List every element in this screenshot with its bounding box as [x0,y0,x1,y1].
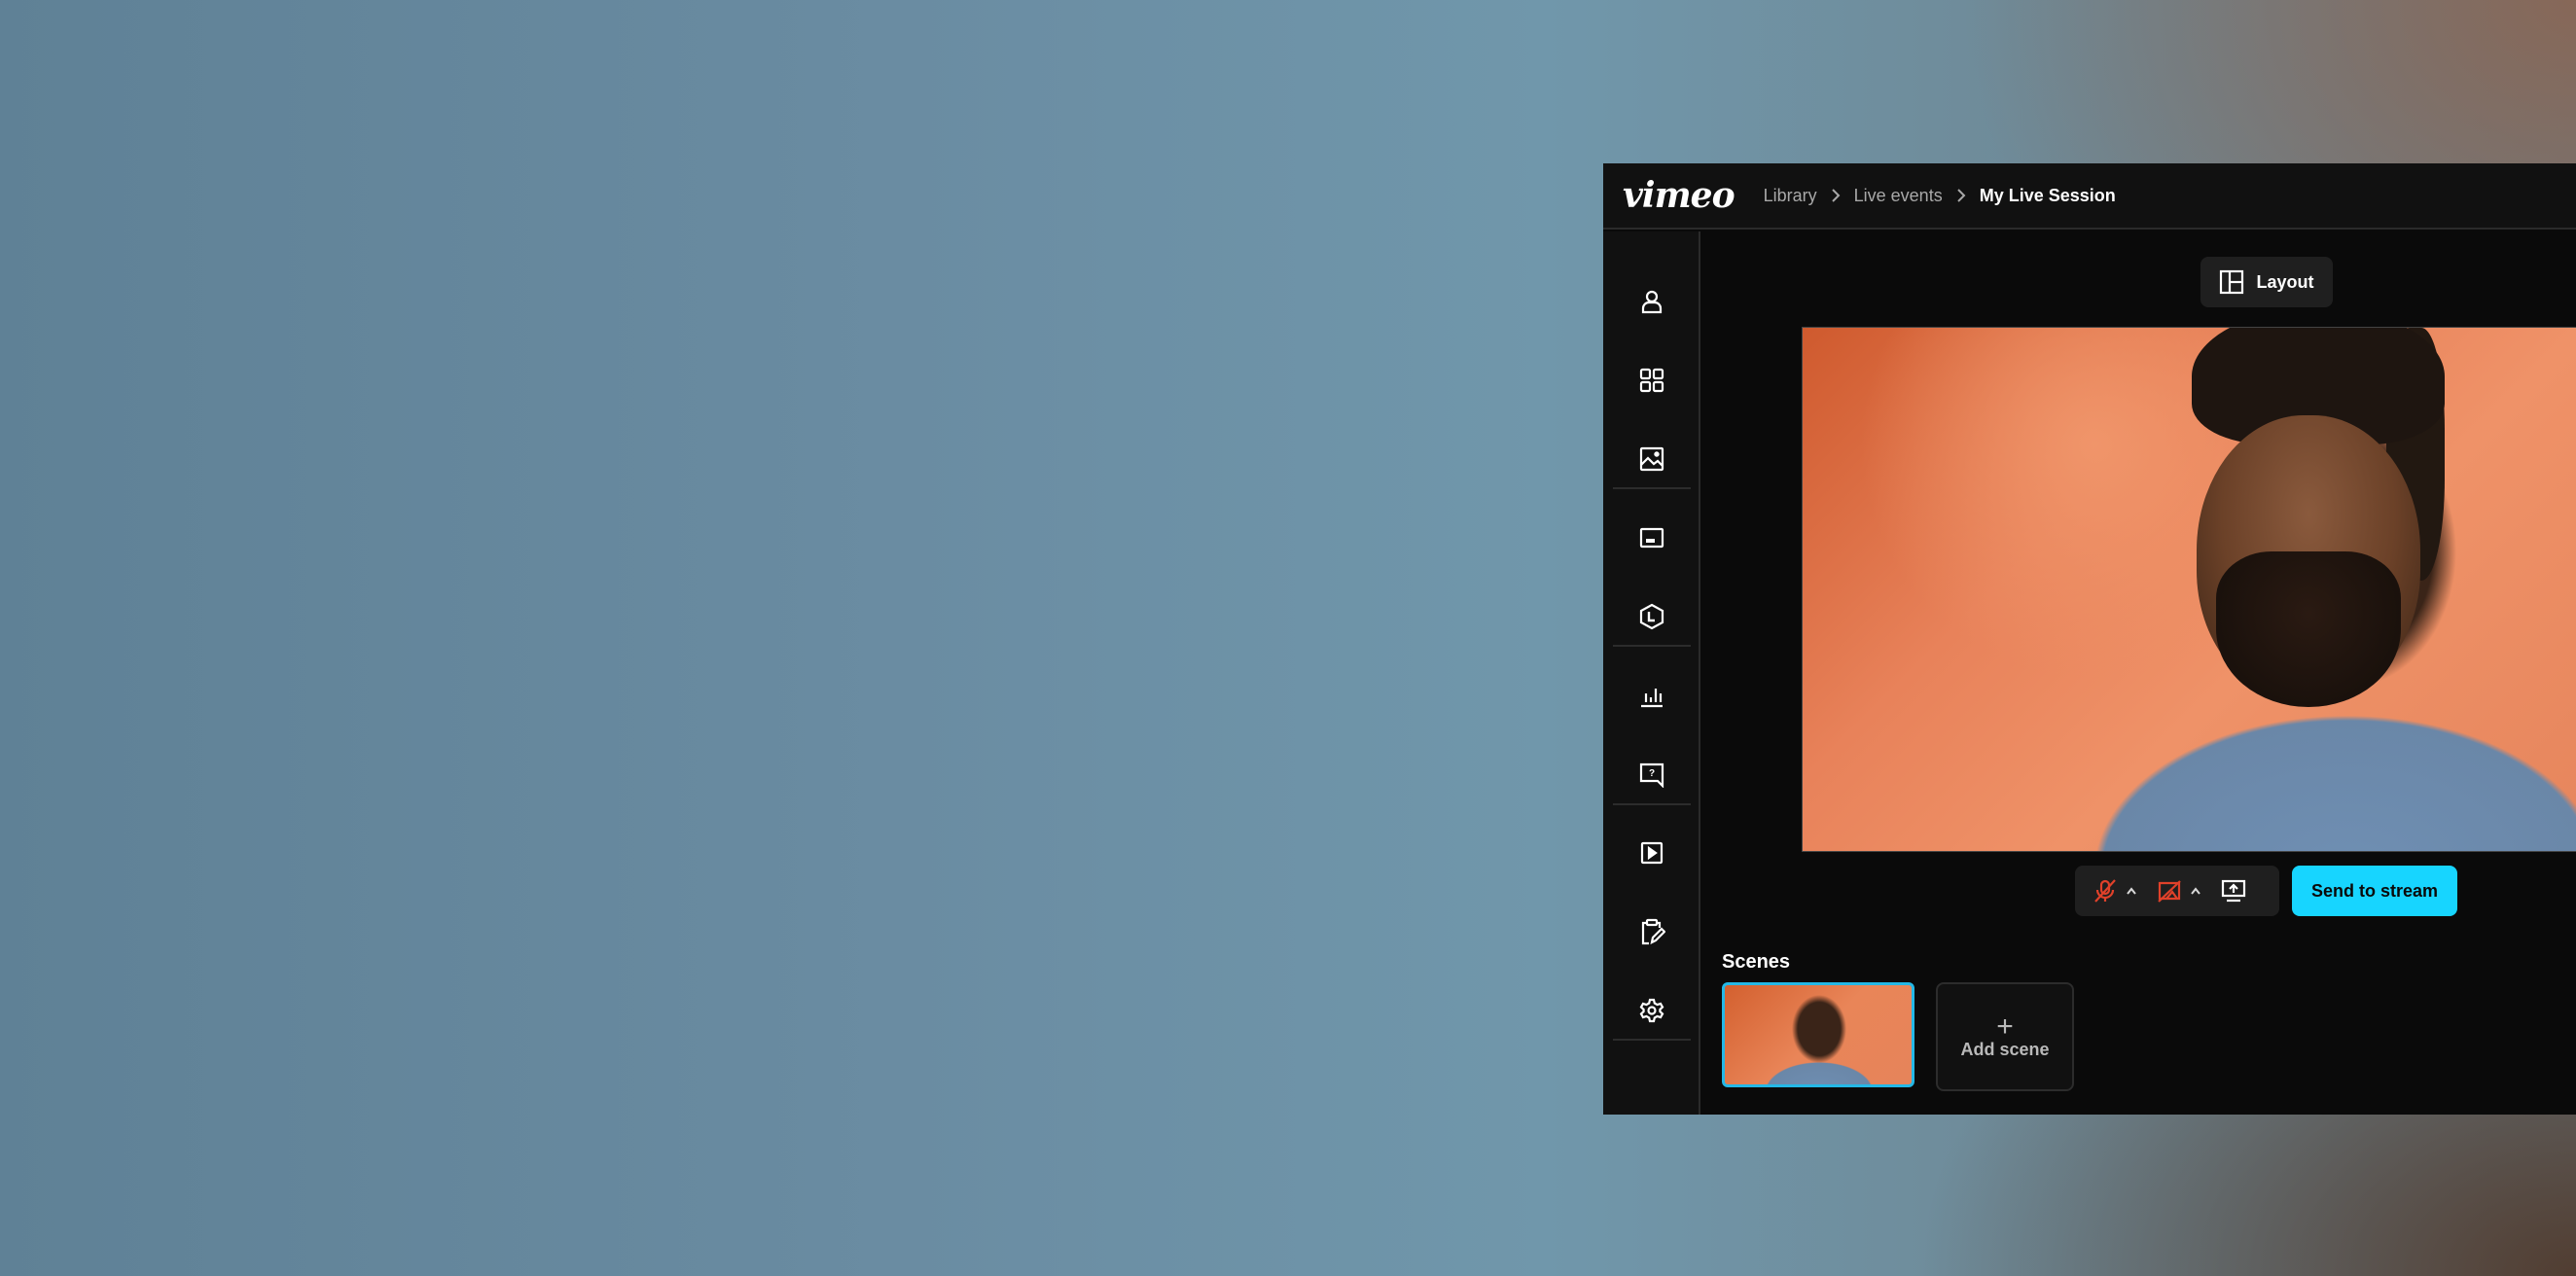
breadcrumb-live-events[interactable]: Live events [1854,186,1943,206]
layout-button[interactable]: Layout [2200,257,2333,307]
sidebar-item-layouts[interactable] [1603,351,1700,409]
add-scene-label: Add scene [1960,1039,2050,1059]
breadcrumb: Library Live events My Live Session [1764,186,2116,206]
plus-icon: + [1996,1010,2014,1043]
mic-muted-icon [2094,879,2116,903]
play-video-icon [1640,841,1664,865]
top-bar: vimeo Library Live events My Live Sessio… [1603,163,2576,230]
screen-share-icon [2221,879,2246,903]
screen-share-button[interactable] [2221,878,2246,904]
mic-options-caret-icon[interactable] [2126,887,2137,895]
grid-icon [1639,368,1664,393]
sidebar-item-banners[interactable] [1603,509,1700,567]
mic-toggle[interactable] [2093,878,2118,904]
scene-thumbnail[interactable] [1722,982,1914,1087]
chevron-right-icon [1831,189,1841,202]
camera-off-icon [2158,880,2181,903]
svg-text:?: ? [1649,768,1655,779]
gear-icon [1639,998,1664,1023]
layout-label: Layout [2256,271,2314,292]
video-preview[interactable] [1802,327,2576,852]
camera-options-caret-icon[interactable] [2190,887,2201,895]
camera-toggle[interactable] [2157,878,2182,904]
sidebar-item-videos[interactable] [1603,824,1700,882]
sidebar-divider [1613,645,1691,647]
sidebar-item-media[interactable] [1603,430,1700,488]
layout-icon [2220,269,2244,295]
media-controls [2075,866,2279,916]
sidebar-divider [1613,803,1691,805]
poll-chart-icon [1641,689,1663,708]
breadcrumb-current: My Live Session [1979,185,2116,205]
question-chat-icon: ? [1639,762,1664,788]
sidebar-divider [1613,487,1691,489]
sidebar-item-qa[interactable]: ? [1603,745,1700,803]
sidebar: ? [1603,231,1700,1115]
chevron-right-icon [1956,189,1966,202]
banner-icon [1639,527,1664,549]
sidebar-divider [1613,1039,1691,1041]
clipboard-edit-icon [1641,918,1665,945]
sidebar-item-notes[interactable] [1603,903,1700,961]
logo-hexagon-icon [1639,603,1664,630]
app-window: vimeo Library Live events My Live Sessio… [1603,163,2576,1115]
video-subject-beard [2216,551,2401,707]
add-scene-button[interactable]: + Add scene [1936,982,2074,1091]
image-icon [1639,446,1664,472]
sidebar-item-settings[interactable] [1603,981,1700,1040]
person-icon [1641,290,1663,314]
scenes-heading: Scenes [1722,951,1791,973]
sidebar-item-logo[interactable] [1603,587,1700,646]
sidebar-item-people[interactable] [1603,272,1700,331]
breadcrumb-library[interactable]: Library [1764,186,1817,206]
send-to-stream-button[interactable]: Send to stream [2292,866,2457,916]
sidebar-item-polls[interactable] [1603,666,1700,725]
vimeo-logo[interactable]: vimeo [1623,178,1735,213]
